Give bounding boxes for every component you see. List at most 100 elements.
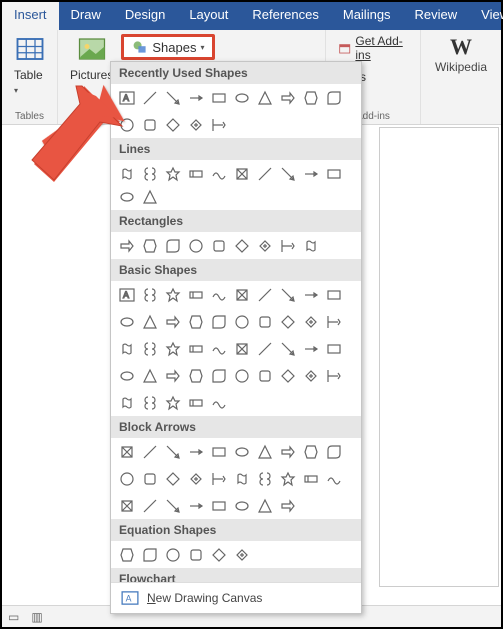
shape-item[interactable] xyxy=(163,236,182,255)
shape-item[interactable] xyxy=(232,366,251,385)
shape-item[interactable] xyxy=(186,312,205,331)
shape-item[interactable]: A xyxy=(117,88,136,107)
shape-item[interactable] xyxy=(301,442,320,461)
shape-item[interactable]: A xyxy=(117,285,136,304)
shape-item[interactable] xyxy=(186,545,205,564)
shape-item[interactable] xyxy=(140,164,159,183)
shape-item[interactable] xyxy=(278,366,297,385)
new-drawing-canvas[interactable]: A New Drawing Canvas xyxy=(111,582,361,613)
shape-item[interactable] xyxy=(232,545,251,564)
shape-item[interactable] xyxy=(324,442,343,461)
shape-item[interactable] xyxy=(324,285,343,304)
shape-item[interactable] xyxy=(324,164,343,183)
shape-item[interactable] xyxy=(163,393,182,412)
tab-draw[interactable]: Draw xyxy=(59,2,113,30)
shape-item[interactable] xyxy=(324,366,343,385)
shape-item[interactable] xyxy=(140,88,159,107)
shape-item[interactable] xyxy=(232,496,251,515)
tab-insert[interactable]: Insert xyxy=(2,2,59,30)
shape-item[interactable] xyxy=(117,312,136,331)
tab-view[interactable]: View xyxy=(469,2,503,30)
shape-item[interactable] xyxy=(163,545,182,564)
shape-item[interactable] xyxy=(186,88,205,107)
shape-item[interactable] xyxy=(209,312,228,331)
shape-item[interactable] xyxy=(255,469,274,488)
shape-item[interactable] xyxy=(163,496,182,515)
shape-item[interactable] xyxy=(140,469,159,488)
shape-item[interactable] xyxy=(163,339,182,358)
shape-item[interactable] xyxy=(232,339,251,358)
shape-item[interactable] xyxy=(163,469,182,488)
shape-item[interactable] xyxy=(140,285,159,304)
tab-design[interactable]: Design xyxy=(113,2,177,30)
shape-item[interactable] xyxy=(278,312,297,331)
shape-item[interactable] xyxy=(117,164,136,183)
shape-item[interactable] xyxy=(186,164,205,183)
shape-item[interactable] xyxy=(209,469,228,488)
shape-item[interactable] xyxy=(117,187,136,206)
shape-item[interactable] xyxy=(209,285,228,304)
shape-item[interactable] xyxy=(209,496,228,515)
shape-item[interactable] xyxy=(324,469,343,488)
shapes-scroll[interactable]: Recently Used ShapesALinesRectanglesBasi… xyxy=(111,62,361,582)
shape-item[interactable] xyxy=(232,312,251,331)
shape-item[interactable] xyxy=(255,496,274,515)
shape-item[interactable] xyxy=(232,236,251,255)
shape-item[interactable] xyxy=(301,469,320,488)
shape-item[interactable] xyxy=(255,312,274,331)
tab-references[interactable]: References xyxy=(240,2,330,30)
shape-item[interactable] xyxy=(324,88,343,107)
shape-item[interactable] xyxy=(232,442,251,461)
tab-layout[interactable]: Layout xyxy=(177,2,240,30)
shape-item[interactable] xyxy=(232,469,251,488)
shape-item[interactable] xyxy=(140,366,159,385)
shape-item[interactable] xyxy=(278,339,297,358)
shape-item[interactable] xyxy=(117,236,136,255)
shape-item[interactable] xyxy=(209,339,228,358)
shape-item[interactable] xyxy=(163,285,182,304)
shape-item[interactable] xyxy=(186,366,205,385)
shape-item[interactable] xyxy=(186,285,205,304)
status-icon-1[interactable]: ▭ xyxy=(8,610,19,624)
shape-item[interactable] xyxy=(301,366,320,385)
shape-item[interactable] xyxy=(301,339,320,358)
shape-item[interactable] xyxy=(301,164,320,183)
shape-item[interactable] xyxy=(117,115,136,134)
shape-item[interactable] xyxy=(117,339,136,358)
shape-item[interactable] xyxy=(117,442,136,461)
shape-item[interactable] xyxy=(232,88,251,107)
shape-item[interactable] xyxy=(186,496,205,515)
shape-item[interactable] xyxy=(255,442,274,461)
shape-item[interactable] xyxy=(209,366,228,385)
shape-item[interactable] xyxy=(140,236,159,255)
shape-item[interactable] xyxy=(163,442,182,461)
shape-item[interactable] xyxy=(278,442,297,461)
shape-item[interactable] xyxy=(232,164,251,183)
status-icon-2[interactable]: ▥ xyxy=(31,610,42,624)
shape-item[interactable] xyxy=(324,312,343,331)
shape-item[interactable] xyxy=(255,164,274,183)
shape-item[interactable] xyxy=(140,339,159,358)
shape-item[interactable] xyxy=(140,545,159,564)
shape-item[interactable] xyxy=(117,496,136,515)
shape-item[interactable] xyxy=(278,285,297,304)
shape-item[interactable] xyxy=(209,545,228,564)
shape-item[interactable] xyxy=(232,285,251,304)
shape-item[interactable] xyxy=(140,496,159,515)
shape-item[interactable] xyxy=(278,88,297,107)
shapes-button[interactable]: Shapes▾ xyxy=(121,34,215,60)
shape-item[interactable] xyxy=(209,393,228,412)
shape-item[interactable] xyxy=(209,88,228,107)
tab-mailings[interactable]: Mailings xyxy=(331,2,403,30)
shape-item[interactable] xyxy=(209,236,228,255)
shape-item[interactable] xyxy=(186,236,205,255)
shape-item[interactable] xyxy=(301,236,320,255)
shape-item[interactable] xyxy=(324,339,343,358)
shape-item[interactable] xyxy=(255,366,274,385)
shape-item[interactable] xyxy=(140,312,159,331)
shape-item[interactable] xyxy=(186,393,205,412)
shape-item[interactable] xyxy=(117,545,136,564)
shape-item[interactable] xyxy=(278,164,297,183)
shape-item[interactable] xyxy=(209,115,228,134)
shape-item[interactable] xyxy=(186,339,205,358)
